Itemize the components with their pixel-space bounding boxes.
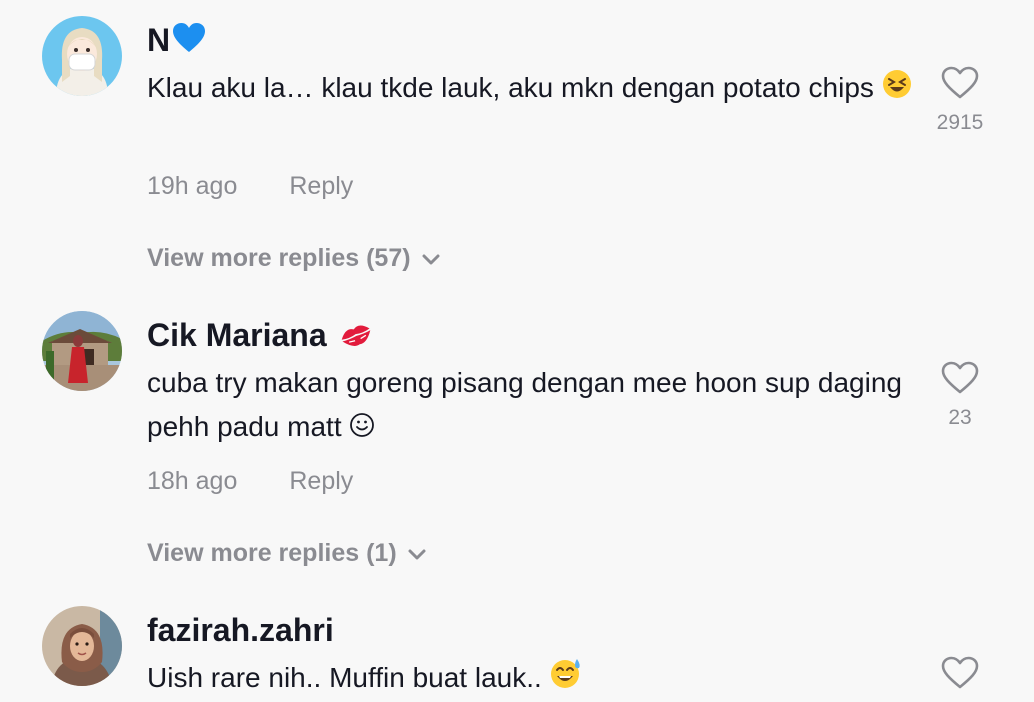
comment-text: Uish rare nih.. Muffin buat lauk.. xyxy=(147,656,917,702)
grinning-face-with-sweat-icon xyxy=(550,657,582,702)
heart-icon xyxy=(934,361,986,395)
like-button[interactable] xyxy=(934,656,986,690)
comment-meta: 19h ago Reply xyxy=(147,170,353,202)
username[interactable]: N xyxy=(147,20,206,63)
like-button[interactable]: 2915 xyxy=(934,66,986,136)
comment-text: Klau aku la… klau tkde lauk, aku mkn den… xyxy=(147,66,917,112)
like-count: 23 xyxy=(948,406,972,429)
reply-button[interactable]: Reply xyxy=(289,467,353,495)
smiling-face-icon xyxy=(349,407,375,451)
username[interactable]: Cik Mariana xyxy=(147,315,373,358)
comment-meta: 18h ago Reply xyxy=(147,465,353,497)
reply-button[interactable]: Reply xyxy=(289,172,353,200)
timestamp: 19h ago xyxy=(147,172,238,200)
view-more-replies-button[interactable]: View more replies (57) xyxy=(147,242,441,275)
chevron-down-icon xyxy=(407,538,427,570)
chevron-down-icon xyxy=(421,243,441,275)
heart-icon xyxy=(934,656,986,690)
like-button[interactable]: 23 xyxy=(934,361,986,431)
view-more-replies-label: View more replies (1) xyxy=(147,539,397,567)
view-more-replies-label: View more replies (57) xyxy=(147,244,411,272)
avatar[interactable] xyxy=(42,606,122,686)
timestamp: 18h ago xyxy=(147,467,238,495)
view-more-replies-button[interactable]: View more replies (1) xyxy=(147,537,427,570)
username[interactable]: fazirah.zahri xyxy=(147,610,334,650)
avatar[interactable] xyxy=(42,311,122,391)
grinning-squinting-face-icon xyxy=(882,68,912,112)
heart-icon xyxy=(934,66,986,100)
comment-text: cuba try makan goreng pisang dengan mee … xyxy=(147,361,917,451)
avatar[interactable] xyxy=(42,16,122,96)
kiss-mark-icon xyxy=(339,318,373,358)
like-count: 2915 xyxy=(936,111,984,134)
blue-heart-icon xyxy=(172,22,206,63)
